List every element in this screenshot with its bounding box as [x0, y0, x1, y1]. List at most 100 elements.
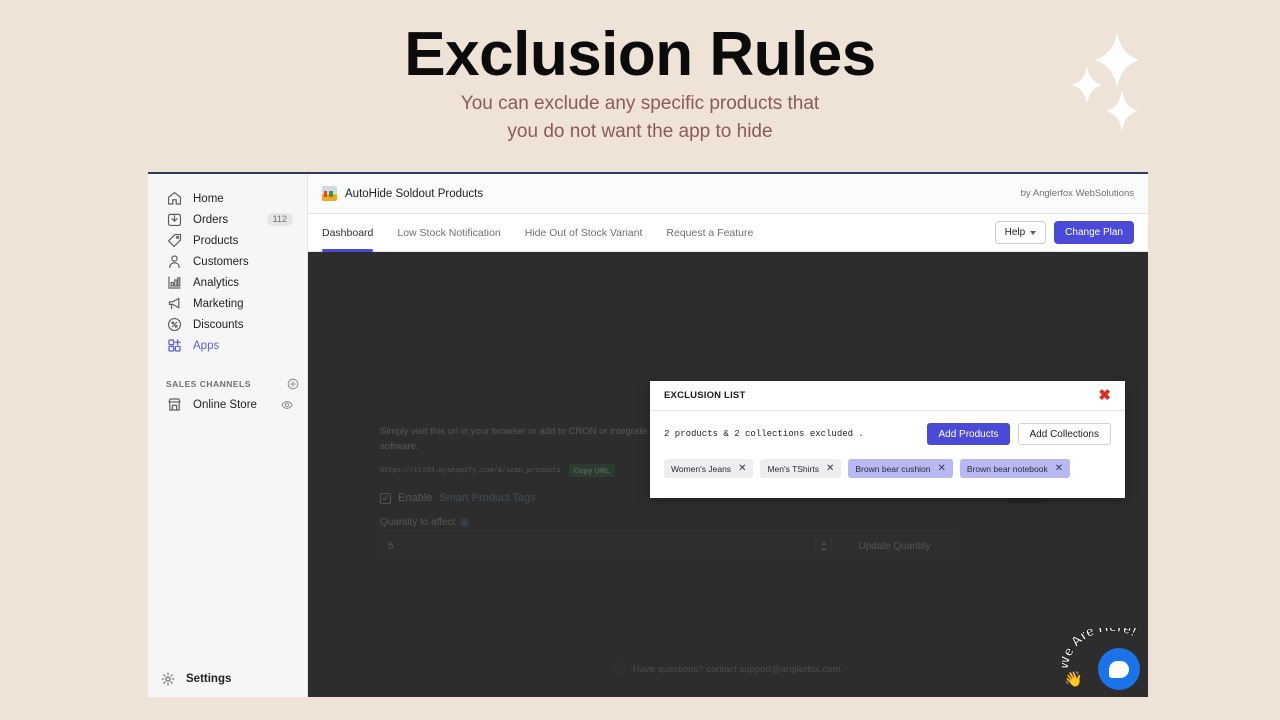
bar-chart-icon	[166, 274, 183, 291]
add-products-label: Add Products	[938, 428, 999, 440]
remove-tag-icon[interactable]: ✕	[826, 463, 834, 474]
sales-channels-header: SALES CHANNELS	[148, 374, 308, 394]
tab-hide-out-of-stock-variant[interactable]: Hide Out of Stock Variant	[525, 214, 643, 252]
sidebar-item-label: Customers	[193, 255, 249, 268]
discount-icon	[166, 316, 183, 333]
quantity-to-affect-label: Quantity to affect	[380, 517, 470, 528]
store-icon	[166, 396, 183, 413]
sidebar-item-label: Marketing	[193, 297, 244, 310]
app-tabs: Dashboard Low Stock Notification Hide Ou…	[308, 214, 1148, 252]
quantity-stepper[interactable]	[816, 535, 832, 557]
modal-title: EXCLUSION LIST	[664, 390, 746, 401]
chat-widget[interactable]: We Are Here! 👋	[1054, 618, 1148, 698]
hero-section: Exclusion Rules You can exclude any spec…	[0, 0, 1280, 168]
tag-label: Women's Jeans	[671, 463, 732, 474]
quantity-input-row: 5 Update Quantity	[378, 535, 958, 557]
sidebar-item-label: Settings	[186, 673, 232, 685]
sidebar-item-products[interactable]: Products	[154, 230, 302, 251]
sidebar-item-analytics[interactable]: Analytics	[154, 272, 302, 293]
change-plan-button[interactable]: Change Plan	[1054, 221, 1134, 244]
add-channel-icon[interactable]	[287, 378, 299, 390]
tab-request-a-feature[interactable]: Request a Feature	[666, 214, 753, 252]
stepper-up-icon[interactable]	[820, 540, 827, 545]
update-quantity-button[interactable]: Update Quantity	[832, 535, 958, 557]
support-footer: ? Have questions? contact support@angler…	[308, 663, 1148, 675]
excluded-tag[interactable]: Brown bear cushion ✕	[848, 459, 953, 478]
quantity-label-text: Quantity to affect	[380, 517, 456, 528]
sidebar-item-home[interactable]: Home	[154, 188, 302, 209]
megaphone-icon	[166, 295, 183, 312]
add-collections-button[interactable]: Add Collections	[1017, 423, 1111, 445]
section-title: SALES CHANNELS	[166, 379, 251, 389]
tag-label: Brown bear notebook	[966, 463, 1048, 474]
tag-label: Men's TShirts	[767, 463, 819, 474]
orders-count-badge: 112	[266, 213, 293, 226]
info-icon[interactable]	[460, 518, 470, 527]
sidebar: Home Orders 112 Products Customers Analy…	[148, 174, 308, 697]
sidebar-item-customers[interactable]: Customers	[154, 251, 302, 272]
modal-header: EXCLUSION LIST ✖	[650, 381, 1125, 411]
slide-root: Exclusion Rules You can exclude any spec…	[0, 0, 1280, 720]
sidebar-item-orders[interactable]: Orders 112	[154, 209, 302, 230]
copy-url-button[interactable]: Copy URL	[568, 464, 615, 477]
tab-label: Hide Out of Stock Variant	[524, 226, 643, 239]
waving-hand-icon: 👋	[1064, 671, 1083, 688]
sidebar-item-discounts[interactable]: Discounts	[154, 314, 302, 335]
add-products-button[interactable]: Add Products	[927, 423, 1010, 445]
app-vendor: by Anglerfox WebSolutions	[1020, 188, 1134, 199]
sidebar-item-label: Orders	[193, 213, 229, 226]
tab-dashboard[interactable]: Dashboard	[322, 214, 374, 252]
enable-label: Enable	[398, 492, 433, 504]
chat-bubble-icon	[1109, 660, 1129, 678]
chat-button[interactable]	[1098, 648, 1140, 690]
tag-label: Brown bear cushion	[855, 463, 931, 474]
sidebar-item-label: Apps	[193, 339, 220, 352]
home-icon	[166, 190, 183, 207]
remove-tag-icon[interactable]: ✕	[738, 463, 746, 474]
preview-store-icon[interactable]	[281, 399, 293, 411]
help-button[interactable]: Help	[994, 221, 1047, 244]
tag-icon	[166, 232, 183, 249]
modal-body: 2 products & 2 collections excluded . Ad…	[650, 411, 1125, 478]
sidebar-item-label: Discounts	[193, 318, 244, 331]
sidebar-item-online-store[interactable]: Online Store	[154, 394, 302, 415]
sidebar-item-label: Products	[193, 234, 239, 247]
scan-url-row: https://tt203.myshopify.com/a/scan_produ…	[380, 464, 615, 477]
smart-product-tags-link[interactable]: Smart Product Tags	[439, 492, 535, 504]
sidebar-item-settings[interactable]: Settings	[148, 671, 308, 687]
close-icon[interactable]: ✖	[1098, 388, 1111, 403]
remove-tag-icon[interactable]: ✕	[1055, 463, 1063, 474]
app-logo-icon	[322, 186, 337, 201]
help-label: Help	[1004, 227, 1026, 238]
gear-icon	[160, 671, 176, 687]
tab-label: Dashboard	[322, 226, 374, 239]
sparkle-decoration	[1062, 22, 1162, 132]
app-main: AutoHide Soldout Products by Anglerfox W…	[308, 174, 1148, 697]
add-collections-label: Add Collections	[1029, 428, 1099, 440]
scan-url-text: https://tt203.myshopify.com/a/scan_produ…	[380, 466, 561, 475]
smart-product-tags-row: ✓ Enable Smart Product Tags	[380, 492, 536, 504]
excluded-tag[interactable]: Women's Jeans ✕	[664, 459, 754, 478]
modal-status-row: 2 products & 2 collections excluded . Ad…	[664, 423, 1111, 445]
apps-icon	[166, 337, 183, 354]
sidebar-item-label: Online Store	[193, 398, 257, 411]
tab-low-stock-notification[interactable]: Low Stock Notification	[397, 214, 500, 252]
quantity-input[interactable]: 5	[378, 535, 816, 557]
stepper-down-icon[interactable]	[820, 547, 827, 552]
sidebar-item-marketing[interactable]: Marketing	[154, 293, 302, 314]
app-title: AutoHide Soldout Products	[345, 187, 484, 200]
excluded-tag[interactable]: Brown bear notebook ✕	[959, 459, 1071, 478]
change-plan-label: Change Plan	[1065, 227, 1123, 238]
sidebar-item-label: Analytics	[193, 276, 240, 289]
sidebar-item-apps[interactable]: Apps	[154, 335, 302, 356]
remove-tag-icon[interactable]: ✕	[938, 463, 946, 474]
modal-action-buttons: Add Products Add Collections	[927, 423, 1111, 445]
person-icon	[166, 253, 183, 270]
app-header: AutoHide Soldout Products by Anglerfox W…	[308, 174, 1148, 214]
excluded-tag[interactable]: Men's TShirts ✕	[760, 459, 842, 478]
sidebar-item-label: Home	[193, 192, 224, 205]
enable-checkbox[interactable]: ✓	[380, 492, 391, 504]
support-text: Have questions? contact support@anglerfo…	[632, 663, 844, 675]
sparkle-icon	[1072, 32, 1139, 132]
